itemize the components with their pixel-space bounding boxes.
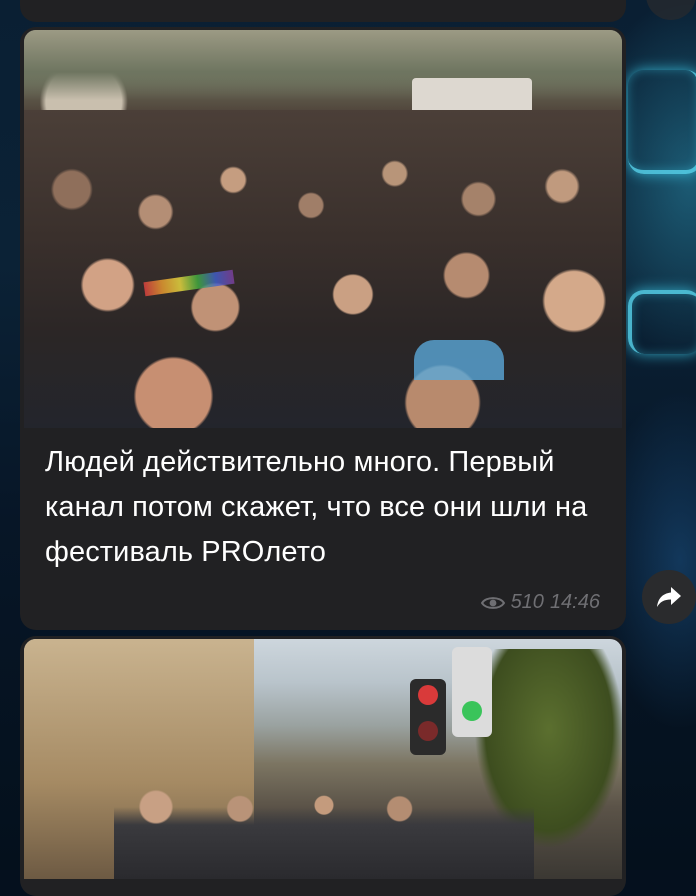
photo-people xyxy=(114,789,534,879)
wallpaper-neon-shape xyxy=(628,290,696,354)
next-message-photo[interactable] xyxy=(24,639,622,879)
views-eye-icon xyxy=(480,596,505,609)
message-meta: 510 14:46 xyxy=(480,591,600,614)
share-arrow-icon xyxy=(657,587,681,607)
message-bubble[interactable]: Людей действительно много. Первый канал … xyxy=(20,27,626,630)
message-time: 14:46 xyxy=(549,591,600,613)
previous-message-bubble[interactable] xyxy=(20,0,626,22)
photo-traffic-light xyxy=(452,647,492,737)
next-message-bubble[interactable] xyxy=(20,636,626,896)
message-caption: Людей действительно много. Первый канал … xyxy=(45,446,588,568)
photo-background xyxy=(24,30,622,100)
photo-crowd xyxy=(24,110,622,428)
views-count: 510 xyxy=(510,591,544,613)
photo-traffic-light xyxy=(410,679,446,755)
share-button[interactable] xyxy=(642,570,696,624)
wallpaper-neon-shape xyxy=(628,70,696,174)
message-photo[interactable] xyxy=(24,30,622,428)
photo-shirt xyxy=(414,340,504,380)
